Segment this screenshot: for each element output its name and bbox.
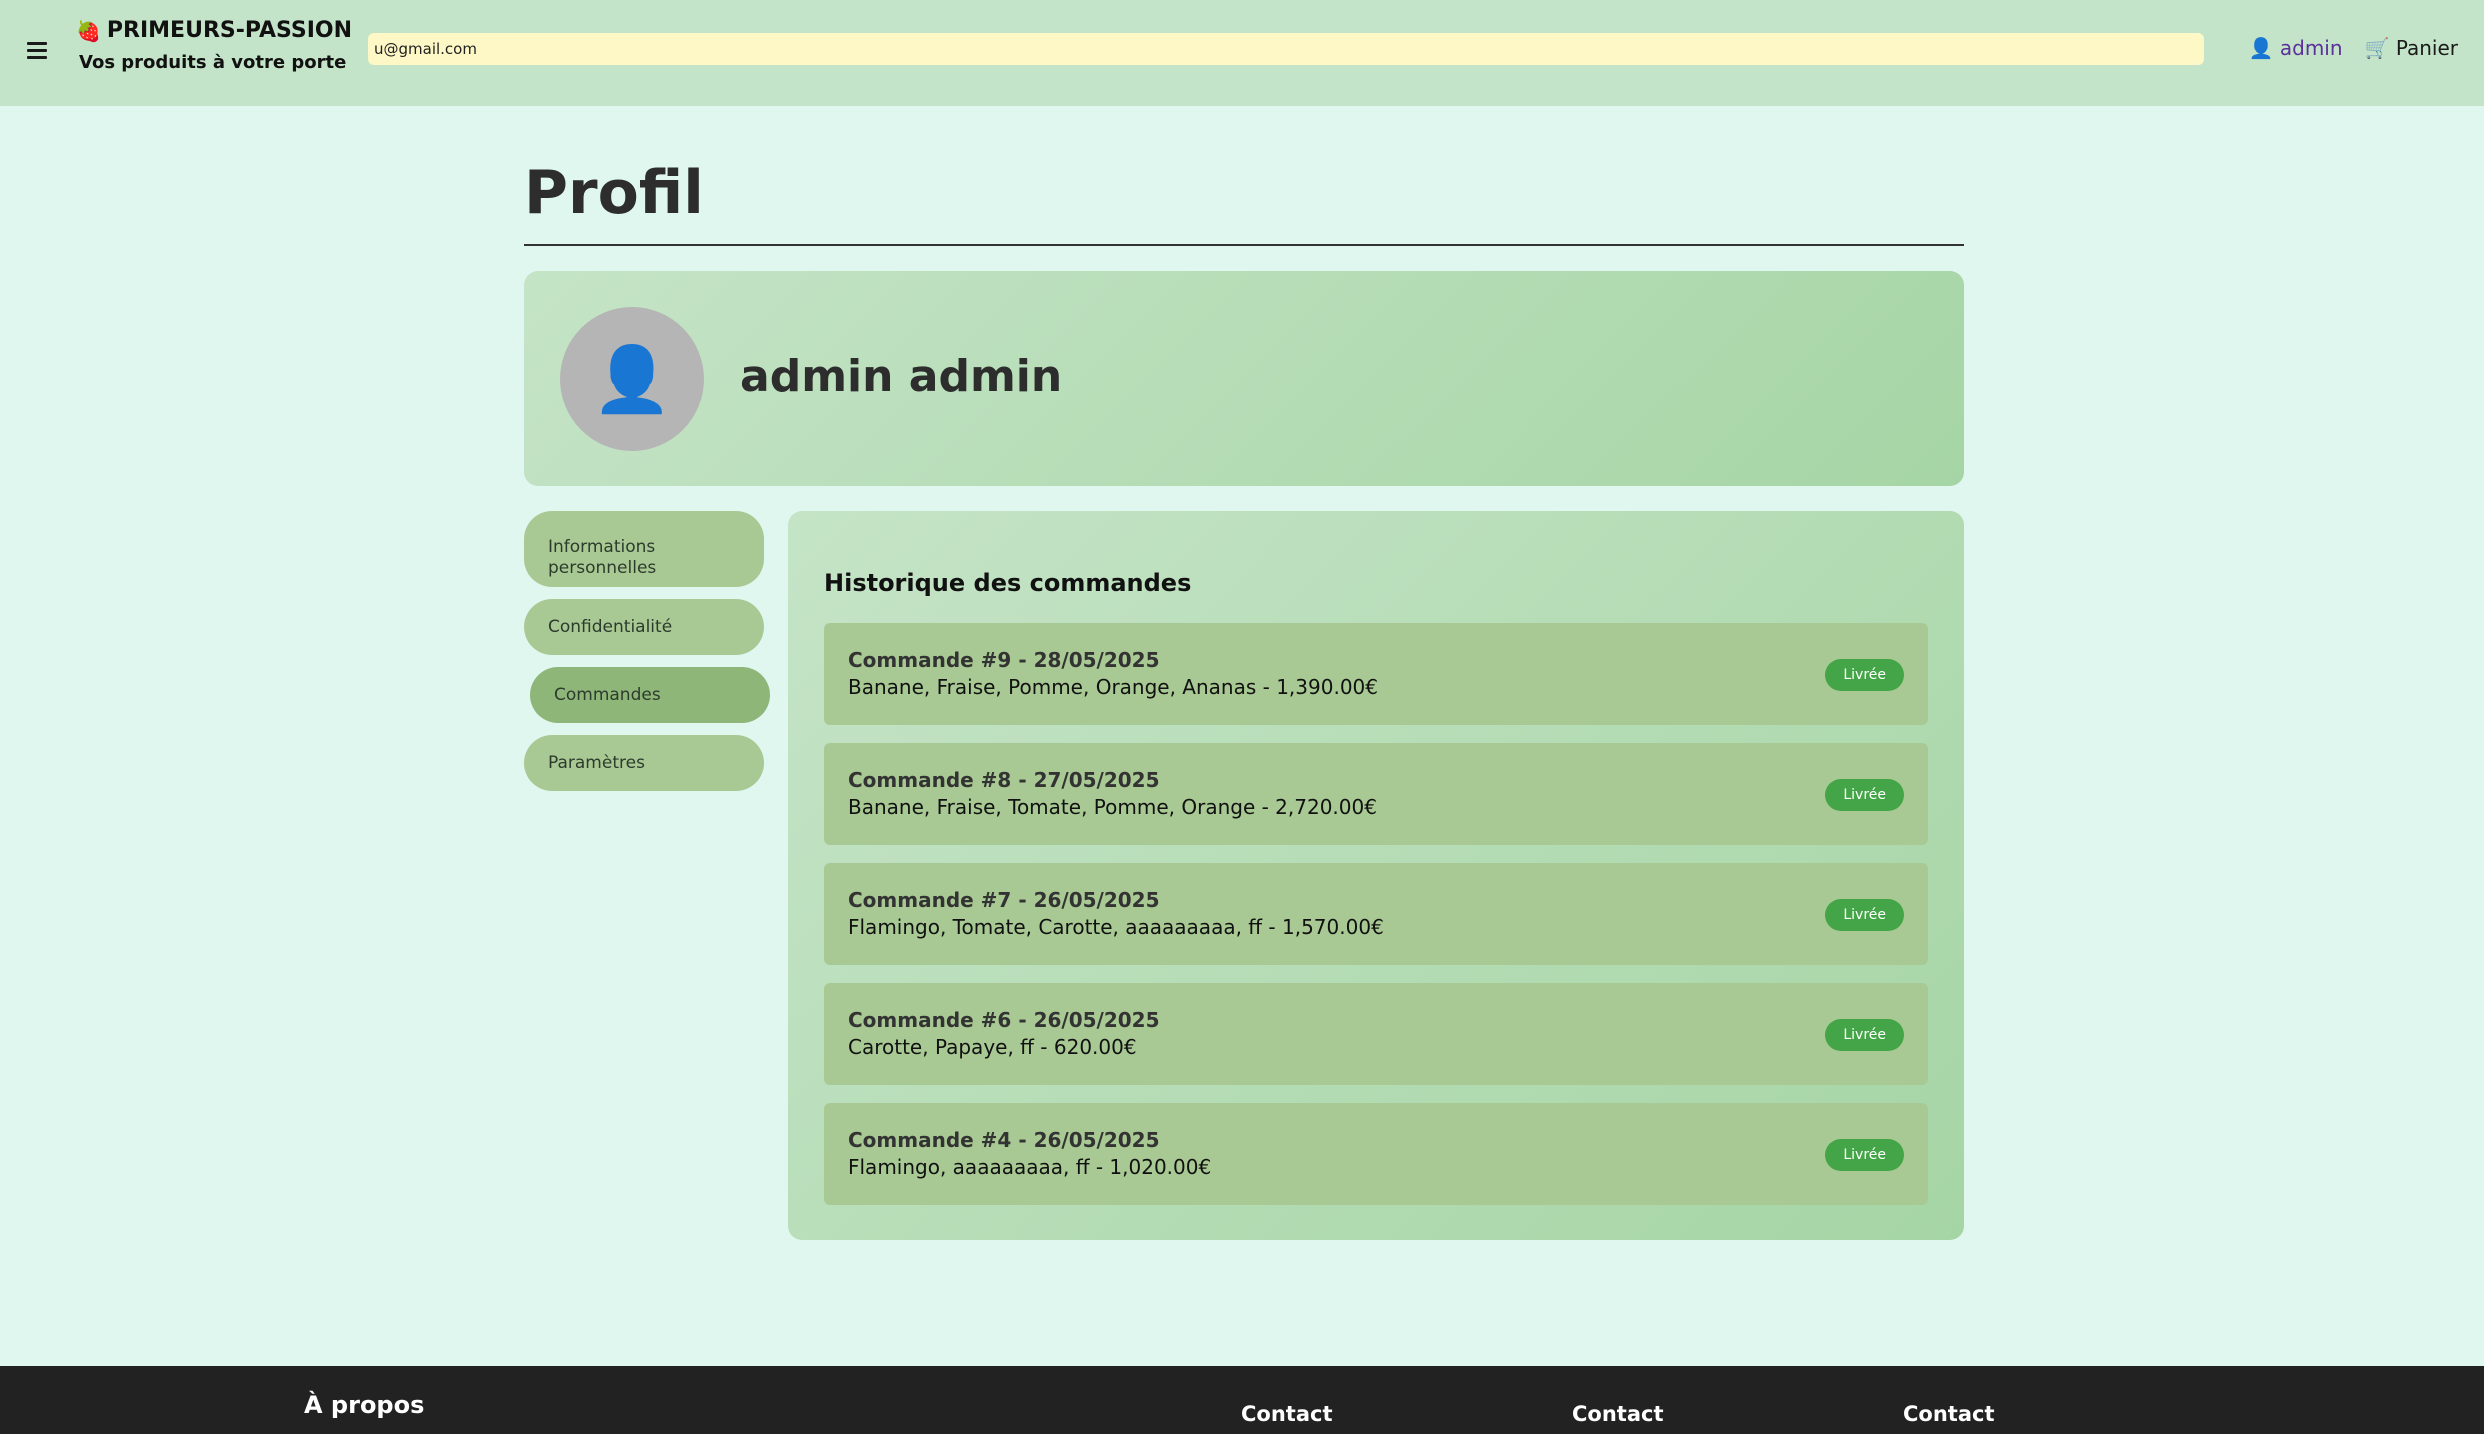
profile-sidebar: Informations personnelles Confidentialit… — [524, 511, 770, 791]
order-card[interactable]: Commande #7 - 26/05/2025 Flamingo, Tomat… — [824, 863, 1928, 965]
orders-panel: Historique des commandes Commande #9 - 2… — [788, 511, 1964, 1240]
profile-name: admin admin — [740, 351, 1063, 402]
brand-title-row: 🍓 PRIMEURS-PASSION — [76, 18, 352, 43]
sidebar-item-personal-info[interactable]: Informations personnelles — [524, 511, 764, 587]
sidebar-item-orders[interactable]: Commandes — [530, 667, 770, 723]
user-account-label: admin — [2279, 36, 2343, 60]
order-items: Banane, Fraise, Tomate, Pomme, Orange - … — [848, 795, 1377, 819]
orders-title: Historique des commandes — [824, 569, 1192, 597]
cart-link[interactable]: 🛒 Panier — [2365, 36, 2458, 60]
title-divider — [524, 244, 1964, 246]
status-badge: Livrée — [1825, 659, 1904, 691]
user-icon: 👤 — [2248, 36, 2274, 60]
footer: À propos Contact Contact Contact — [0, 1366, 2484, 1434]
order-card[interactable]: Commande #6 - 26/05/2025 Carotte, Papaye… — [824, 983, 1928, 1085]
header-nav: 👤 admin 🛒 Panier — [2249, 36, 2458, 60]
brand-tagline: Vos produits à votre porte — [79, 52, 347, 73]
user-silhouette-icon: 👤 — [592, 342, 672, 417]
status-badge: Livrée — [1825, 779, 1904, 811]
order-items: Flamingo, aaaaaaaaa, ff - 1,020.00€ — [848, 1155, 1212, 1179]
footer-contact-heading: Contact — [1903, 1402, 1995, 1426]
order-items: Carotte, Papaye, ff - 620.00€ — [848, 1035, 1137, 1059]
footer-contact-heading: Contact — [1572, 1402, 1664, 1426]
footer-about-heading: À propos — [304, 1391, 425, 1419]
top-header: 🍓 PRIMEURS-PASSION Vos produits à votre … — [0, 0, 2484, 106]
order-card[interactable]: Commande #8 - 27/05/2025 Banane, Fraise,… — [824, 743, 1928, 845]
brand[interactable]: 🍓 PRIMEURS-PASSION Vos produits à votre … — [76, 18, 352, 73]
cart-label: Panier — [2395, 36, 2458, 60]
order-items: Banane, Fraise, Pomme, Orange, Ananas - … — [848, 675, 1378, 699]
order-header: Commande #7 - 26/05/2025 — [848, 888, 1160, 912]
order-items: Flamingo, Tomate, Carotte, aaaaaaaaa, ff… — [848, 915, 1384, 939]
sidebar-item-privacy[interactable]: Confidentialité — [524, 599, 764, 655]
order-card[interactable]: Commande #9 - 28/05/2025 Banane, Fraise,… — [824, 623, 1928, 725]
search-input[interactable] — [368, 33, 2204, 65]
order-header: Commande #4 - 26/05/2025 — [848, 1128, 1160, 1152]
user-account-link[interactable]: 👤 admin — [2249, 36, 2343, 60]
status-badge: Livrée — [1825, 1139, 1904, 1171]
order-header: Commande #8 - 27/05/2025 — [848, 768, 1160, 792]
footer-contact-heading: Contact — [1241, 1402, 1333, 1426]
cart-icon: 🛒 — [2364, 36, 2390, 60]
status-badge: Livrée — [1825, 899, 1904, 931]
order-header: Commande #9 - 28/05/2025 — [848, 648, 1160, 672]
avatar: 👤 — [560, 307, 704, 451]
brand-title: PRIMEURS-PASSION — [106, 18, 352, 43]
strawberry-icon: 🍓 — [76, 18, 101, 43]
order-header: Commande #6 - 26/05/2025 — [848, 1008, 1160, 1032]
status-badge: Livrée — [1825, 1019, 1904, 1051]
hamburger-menu-icon[interactable] — [27, 38, 51, 62]
page-title: Profil — [524, 158, 704, 228]
order-card[interactable]: Commande #4 - 26/05/2025 Flamingo, aaaaa… — [824, 1103, 1928, 1205]
profile-card: 👤 admin admin — [524, 271, 1964, 486]
sidebar-item-settings[interactable]: Paramètres — [524, 735, 764, 791]
